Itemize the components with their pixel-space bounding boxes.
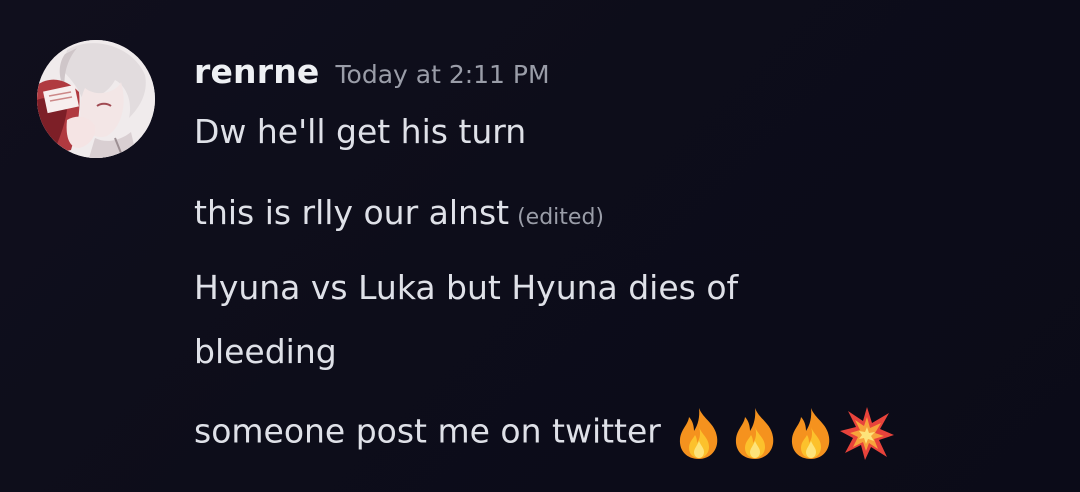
timestamp[interactable]: Today at 2:11 PM (336, 60, 550, 89)
fire-emoji-icon (735, 408, 774, 459)
message-line: Hyuna vs Luka but Hyuna dies of (194, 266, 738, 310)
avatar-image (37, 40, 155, 158)
username[interactable]: renrne (194, 52, 320, 91)
message-text: bleeding (194, 332, 337, 371)
emoji-row (671, 405, 895, 461)
message-text: someone post me on twitter (194, 411, 661, 451)
collision-emoji-icon (839, 407, 894, 460)
message-text: Hyuna vs Luka but Hyuna dies of (194, 268, 739, 307)
edited-label: (edited) (517, 205, 604, 230)
message-text: Dw he'll get his turn (194, 112, 527, 151)
message-group: renrne Today at 2:11 PM Dw he'll get his … (0, 0, 1080, 492)
message-line: someone post me on twitter (194, 405, 895, 461)
fire-emoji-icon (791, 408, 830, 459)
message-line: this is rlly our alnst (edited) (194, 191, 604, 240)
message-text: this is rlly our alnst (194, 193, 510, 232)
message-header: renrne Today at 2:11 PM (194, 52, 550, 96)
message-line: bleeding (194, 330, 337, 374)
fire-emoji-icon (679, 408, 718, 459)
user-avatar[interactable] (37, 40, 155, 158)
message-line: Dw he'll get his turn (194, 110, 526, 154)
